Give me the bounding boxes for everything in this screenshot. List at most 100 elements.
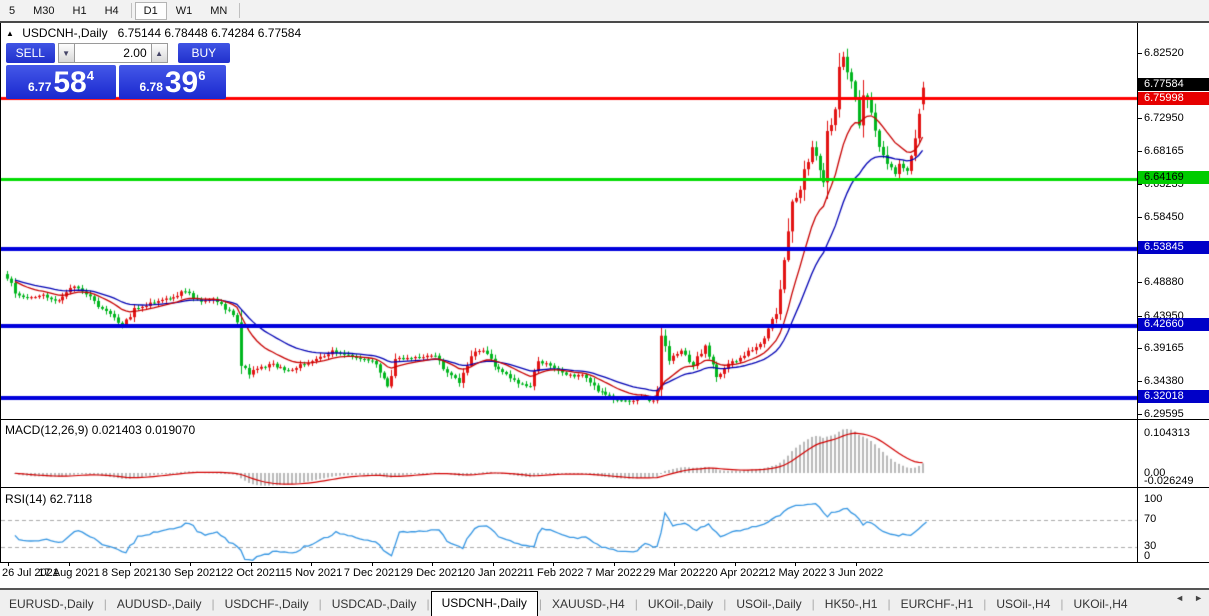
date-label: 15 Nov 2021 xyxy=(280,567,342,579)
date-label: 8 Sep 2021 xyxy=(102,567,158,579)
chart-tab-ukoilh4[interactable]: UKOil-,H4 xyxy=(1065,592,1137,616)
volume-decrease-button[interactable]: ▼ xyxy=(58,43,75,63)
date-tick-mark xyxy=(372,562,373,566)
chart-tab-audusddaily[interactable]: AUDUSD-,Daily xyxy=(108,592,211,616)
date-label: 20 Jan 2022 xyxy=(463,567,524,579)
date-label: 12 May 2022 xyxy=(763,567,827,579)
rsi-axis-label: 70 xyxy=(1144,513,1156,525)
price-tick-label: 6.58450 xyxy=(1144,211,1184,223)
tab-scroll-arrows: ◄ ► xyxy=(1175,593,1203,603)
buy-button[interactable]: BUY xyxy=(178,43,230,63)
timeframe-m30[interactable]: M30 xyxy=(24,2,63,20)
price-tag-6.32018: 6.32018 xyxy=(1138,390,1209,403)
date-tick-mark xyxy=(493,562,494,566)
rsi-label-row: RSI(14) 62.7118 xyxy=(5,492,92,506)
rsi-label: RSI(14) xyxy=(5,492,46,506)
price-tick-label: 6.34380 xyxy=(1144,375,1184,387)
volume-input[interactable] xyxy=(75,43,151,63)
chart-tab-eurchfh1[interactable]: EURCHF-,H1 xyxy=(892,592,983,616)
date-tick-mark xyxy=(614,562,615,566)
date-label: 29 Dec 2021 xyxy=(401,567,463,579)
chart-tab-usoildaily[interactable]: USOil-,Daily xyxy=(727,592,810,616)
price-tick-label: 6.72950 xyxy=(1144,112,1184,124)
chart-tab-usdchfdaily[interactable]: USDCHF-,Daily xyxy=(216,592,318,616)
timeframe-toolbar: 5M30H1H4 D1W1MN xyxy=(0,0,1209,23)
chart-tab-eurusddaily[interactable]: EURUSD-,Daily xyxy=(0,592,103,616)
sell-price-button[interactable]: 6.77 58 4 xyxy=(6,65,116,99)
chart-ohlc-values: 6.75144 6.78448 6.74284 6.77584 xyxy=(118,26,302,40)
date-tick-mark xyxy=(856,562,857,566)
chart-tab-ukoildaily[interactable]: UKOil-,Daily xyxy=(639,592,722,616)
tab-scroll-left-icon[interactable]: ◄ xyxy=(1175,593,1184,603)
rsi-canvas[interactable] xyxy=(1,489,1137,562)
sell-price-big: 58 xyxy=(53,69,86,97)
price-tick-label: 6.39165 xyxy=(1144,342,1184,354)
date-label: 29 Mar 2022 xyxy=(643,567,705,579)
chart-tab-hk50h1[interactable]: HK50-,H1 xyxy=(816,592,887,616)
chart-tab-usdcaddaily[interactable]: USDCAD-,Daily xyxy=(323,592,426,616)
timeframe-5[interactable]: 5 xyxy=(0,2,24,20)
price-tick-label: 6.29595 xyxy=(1144,408,1184,420)
price-tick-mark xyxy=(1137,53,1142,54)
price-tag-6.75998: 6.75998 xyxy=(1138,92,1209,105)
buy-price-small: 6.78 xyxy=(140,80,163,94)
date-tick-mark xyxy=(251,562,252,566)
date-label: 20 Apr 2022 xyxy=(705,567,764,579)
volume-increase-button[interactable]: ▲ xyxy=(151,43,168,63)
chart-tab-usdcnhdaily[interactable]: USDCNH-,Daily xyxy=(431,591,538,616)
price-tag-6.77584: 6.77584 xyxy=(1138,78,1209,91)
timeframe-mn[interactable]: MN xyxy=(201,2,236,20)
chart-tab-usoilh4[interactable]: USOil-,H4 xyxy=(987,592,1059,616)
buy-price-button[interactable]: 6.78 39 6 xyxy=(119,65,226,99)
tab-scroll-right-icon[interactable]: ► xyxy=(1194,593,1203,603)
price-tick-label: 6.68165 xyxy=(1144,145,1184,157)
toolbar-separator xyxy=(131,3,132,18)
toolbar-separator xyxy=(239,3,240,18)
rsi-axis-label: 100 xyxy=(1144,493,1162,505)
one-click-trading-panel: SELL ▼ ▲ BUY 6.77 58 4 6.78 39 6 xyxy=(6,43,230,99)
sell-price-small: 6.77 xyxy=(28,80,51,94)
price-tick-mark xyxy=(1137,151,1142,152)
date-label: 3 Jun 2022 xyxy=(829,567,883,579)
date-label: 7 Mar 2022 xyxy=(586,567,642,579)
rsi-value: 62.7118 xyxy=(50,492,93,506)
trading-platform-window: 5M30H1H4 D1W1MN ▲ USDCNH-,Daily 6.75144 6… xyxy=(0,0,1209,616)
panel-separator xyxy=(0,419,1209,420)
date-tick-mark xyxy=(674,562,675,566)
chart-tab-xauusdh4[interactable]: XAUUSD-,H4 xyxy=(543,592,634,616)
panel-separator xyxy=(0,562,1209,563)
price-tick-mark xyxy=(1137,282,1142,283)
panel-separator xyxy=(0,487,1209,488)
price-tick-mark xyxy=(1137,348,1142,349)
collapse-icon[interactable]: ▲ xyxy=(6,29,14,38)
chart-header: ▲ USDCNH-,Daily 6.75144 6.78448 6.74284 … xyxy=(6,26,301,40)
date-tick-mark xyxy=(311,562,312,566)
date-label: 11 Feb 2022 xyxy=(523,567,584,579)
chart-left-border xyxy=(0,23,1,562)
timeframe-w1[interactable]: W1 xyxy=(167,2,202,20)
chart-window: ▲ USDCNH-,Daily 6.75144 6.78448 6.74284 … xyxy=(0,23,1209,616)
date-tick-mark xyxy=(553,562,554,566)
timeframe-h4[interactable]: H4 xyxy=(96,2,128,20)
date-tick-mark xyxy=(735,562,736,566)
price-tick-mark xyxy=(1137,184,1142,185)
macd-label-row: MACD(12,26,9) 0.021403 0.019070 xyxy=(5,423,195,437)
price-tick-mark xyxy=(1137,414,1142,415)
date-tick-mark xyxy=(69,562,70,566)
timeframe-d1[interactable]: D1 xyxy=(135,2,167,20)
price-tag-6.64169: 6.64169 xyxy=(1138,171,1209,184)
sell-button[interactable]: SELL xyxy=(6,43,55,63)
macd-main-value: 0.021403 xyxy=(92,423,142,437)
date-label: 17 Aug 2021 xyxy=(38,567,100,579)
timeframe-h1[interactable]: H1 xyxy=(64,2,96,20)
buy-price-big: 39 xyxy=(165,69,198,97)
chart-tab-bar: EURUSD-,Daily|AUDUSD-,Daily|USDCHF-,Dail… xyxy=(0,588,1209,616)
price-tag-6.42660: 6.42660 xyxy=(1138,318,1209,331)
macd-signal-value: 0.019070 xyxy=(145,423,195,437)
sell-price-sup: 4 xyxy=(87,68,94,83)
buy-price-sup: 6 xyxy=(198,68,205,83)
macd-axis-label: 0.104313 xyxy=(1144,427,1190,439)
macd-axis-label: -0.026249 xyxy=(1144,475,1194,487)
date-label: 30 Sep 2021 xyxy=(159,567,221,579)
date-tick-mark xyxy=(432,562,433,566)
